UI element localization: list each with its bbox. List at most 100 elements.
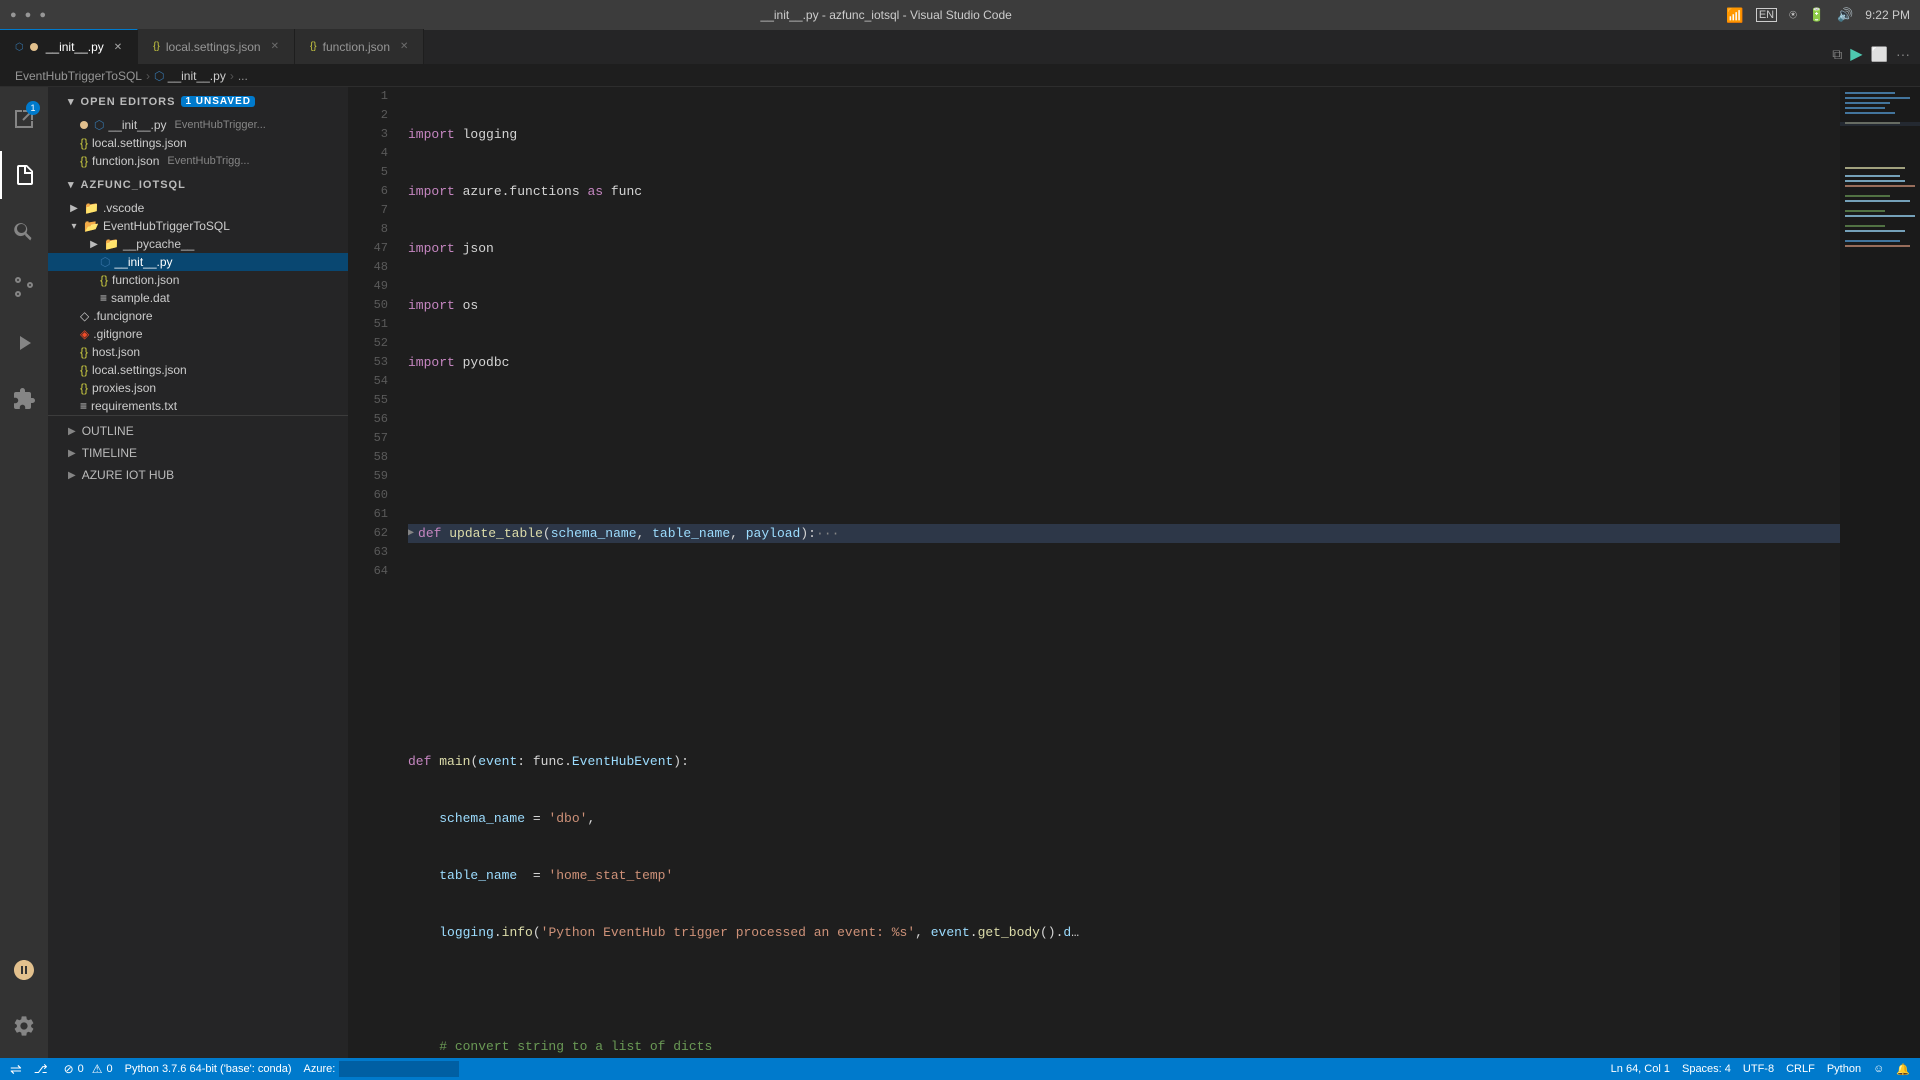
tree-pycache[interactable]: ▶ 📁 __pycache__ <box>48 235 348 253</box>
timeline-section[interactable]: ▶ TIMELINE <box>48 442 348 464</box>
unsaved-badge: 1 UNSAVED <box>181 96 255 107</box>
code-line-51: schema_name = 'dbo', <box>408 809 1840 828</box>
code-line-3: import json <box>408 239 1840 258</box>
code-line-2: import azure.functions as func <box>408 182 1840 201</box>
code-area[interactable]: import logging import azure.functions as… <box>398 87 1840 1058</box>
badge: 1 <box>26 101 40 115</box>
git-file-icon: ◈ <box>80 327 89 341</box>
activity-files[interactable] <box>0 151 48 199</box>
titlebar-icons: 📶 EN ⍟ 🔋 🔊 9:22 PM <box>1726 7 1910 24</box>
activity-settings[interactable] <box>0 1002 48 1050</box>
json-icon: {} <box>153 41 160 52</box>
code-line-5: import pyodbc <box>408 353 1840 372</box>
outline-section[interactable]: ▶ OUTLINE <box>48 420 348 442</box>
tab-close-icon[interactable]: ✕ <box>400 41 408 52</box>
activity-extensions[interactable] <box>0 375 48 423</box>
minimap <box>1840 87 1920 1058</box>
editor-content[interactable]: 1 2 3 4 5 6 7 8 47 48 49 50 51 52 53 54 <box>348 87 1920 1058</box>
activity-remote[interactable] <box>0 946 48 994</box>
tree-proxies-json[interactable]: {} proxies.json <box>48 379 348 397</box>
more-actions-icon[interactable]: ··· <box>1896 46 1910 62</box>
encoding[interactable]: UTF-8 <box>1743 1063 1774 1075</box>
project-label: AZFUNC_IOTSQL <box>81 179 186 191</box>
open-editors-label: OPEN EDITORS <box>81 96 176 108</box>
tab-close-icon[interactable]: ✕ <box>114 42 122 53</box>
breadcrumb-part-1[interactable]: EventHubTriggerToSQL <box>15 69 142 83</box>
tab-close-icon[interactable]: ✕ <box>271 41 279 52</box>
py-file-icon: ⬡ <box>100 255 110 269</box>
azure-iot-label: AZURE IOT HUB <box>82 468 174 482</box>
tab-bar: ⬡ __init__.py ✕ {} local.settings.json ✕… <box>0 30 1920 65</box>
activity-source-control[interactable] <box>0 263 48 311</box>
clock: 9:22 PM <box>1865 8 1910 22</box>
tab-label: __init__.py <box>46 40 104 54</box>
line-ending[interactable]: CRLF <box>1786 1063 1815 1075</box>
minimap-visual <box>1840 87 1920 707</box>
sidebar-bottom: ▶ OUTLINE ▶ TIMELINE ▶ AZURE IOT HUB <box>48 415 348 490</box>
activity-search[interactable] <box>0 207 48 255</box>
tree-gitignore[interactable]: ◈ .gitignore <box>48 325 348 343</box>
tree-function-json[interactable]: {} function.json <box>48 271 348 289</box>
tree-funcignore[interactable]: ◇ .funcignore <box>48 307 348 325</box>
azure-input[interactable] <box>339 1061 459 1077</box>
split-editor-icon[interactable]: ⧉ <box>1832 46 1842 63</box>
file-icon: ≡ <box>80 399 87 413</box>
tab-label: function.json <box>323 40 390 54</box>
activity-run[interactable] <box>0 319 48 367</box>
tree-vscode[interactable]: ▶ 📁 .vscode <box>48 199 348 217</box>
folder-icon: 📁 <box>84 201 99 215</box>
git-icon: ⎇ <box>34 1062 48 1076</box>
open-editor-function-json[interactable]: {} function.json EventHubTrigg... <box>48 152 348 170</box>
errors-warnings[interactable]: ⊘ 0 ⚠ 0 <box>64 1062 113 1076</box>
code-line-47 <box>408 581 1840 600</box>
activity-explorer[interactable]: 1 <box>0 95 48 143</box>
outline-label: OUTLINE <box>82 424 134 438</box>
remote-indicator[interactable]: ⇌ <box>10 1061 22 1078</box>
breadcrumb-part-3[interactable]: ... <box>238 69 248 83</box>
section-arrow: ▾ <box>68 95 75 108</box>
arrow-icon: ▶ <box>68 470 76 481</box>
breadcrumb-part-2[interactable]: ⬡ __init__.py <box>154 69 226 83</box>
python-version[interactable]: Python 3.7.6 64-bit ('base': conda) <box>125 1063 292 1075</box>
project-header[interactable]: ▾ AZFUNC_IOTSQL <box>48 170 348 199</box>
tab-init-py[interactable]: ⬡ __init__.py ✕ <box>0 29 138 64</box>
notifications[interactable]: 🔔 <box>1896 1063 1910 1076</box>
file-icon: ≡ <box>100 291 107 305</box>
open-editor-init-py[interactable]: ⬡ __init__.py EventHubTrigger... <box>48 116 348 134</box>
tab-function-json[interactable]: {} function.json ✕ <box>295 29 424 64</box>
warning-count: 0 <box>107 1063 113 1075</box>
section-arrow: ▾ <box>68 178 75 191</box>
tree-host-json[interactable]: {} host.json <box>48 343 348 361</box>
azure-status[interactable]: Azure: <box>304 1061 460 1077</box>
code-line-50: def main(event: func.EventHubEvent): <box>408 752 1840 771</box>
statusbar: ⇌ ⎇ ⊘ 0 ⚠ 0 Python 3.7.6 64-bit ('base':… <box>0 1058 1920 1080</box>
json-file-icon: {} <box>80 363 88 377</box>
sidebar: ▾ OPEN EDITORS 1 UNSAVED ⬡ __init__.py E… <box>48 87 348 1058</box>
unsaved-indicator <box>30 43 38 51</box>
open-editor-local-settings[interactable]: {} local.settings.json <box>48 134 348 152</box>
tree-init-py[interactable]: ⬡ __init__.py <box>48 253 348 271</box>
layout-icon[interactable]: ⬜ <box>1871 46 1888 63</box>
indentation[interactable]: Spaces: 4 <box>1682 1063 1731 1075</box>
titlebar: ● ● ● __init__.py - azfunc_iotsql - Visu… <box>0 0 1920 30</box>
json-file-icon: {} <box>80 345 88 359</box>
warning-icon: ⚠ <box>92 1062 103 1076</box>
line-ending-label: CRLF <box>1786 1063 1815 1075</box>
tab-local-settings[interactable]: {} local.settings.json ✕ <box>138 29 295 64</box>
git-branch[interactable]: ⎇ <box>34 1062 52 1076</box>
azure-iot-section[interactable]: ▶ AZURE IOT HUB <box>48 464 348 486</box>
fold-arrow[interactable]: ▶ <box>408 524 414 543</box>
tree-local-settings-json[interactable]: {} local.settings.json <box>48 361 348 379</box>
tree-eventhub-folder[interactable]: ▾ 📂 EventHubTriggerToSQL <box>48 217 348 235</box>
tab-label: local.settings.json <box>166 40 261 54</box>
cursor-position[interactable]: Ln 64, Col 1 <box>1611 1063 1670 1075</box>
volume-icon: 🔊 <box>1837 7 1853 23</box>
tree-sample-dat[interactable]: ≡ sample.dat <box>48 289 348 307</box>
language-mode[interactable]: Python <box>1827 1063 1861 1075</box>
feedback[interactable]: ☺ <box>1873 1063 1884 1075</box>
tree-requirements-txt[interactable]: ≡ requirements.txt <box>48 397 348 415</box>
titlebar-title: __init__.py - azfunc_iotsql - Visual Stu… <box>761 8 1012 22</box>
open-editors-header[interactable]: ▾ OPEN EDITORS 1 UNSAVED <box>48 87 348 116</box>
run-icon[interactable]: ▶ <box>1850 44 1862 64</box>
lang-indicator: EN <box>1756 8 1777 22</box>
